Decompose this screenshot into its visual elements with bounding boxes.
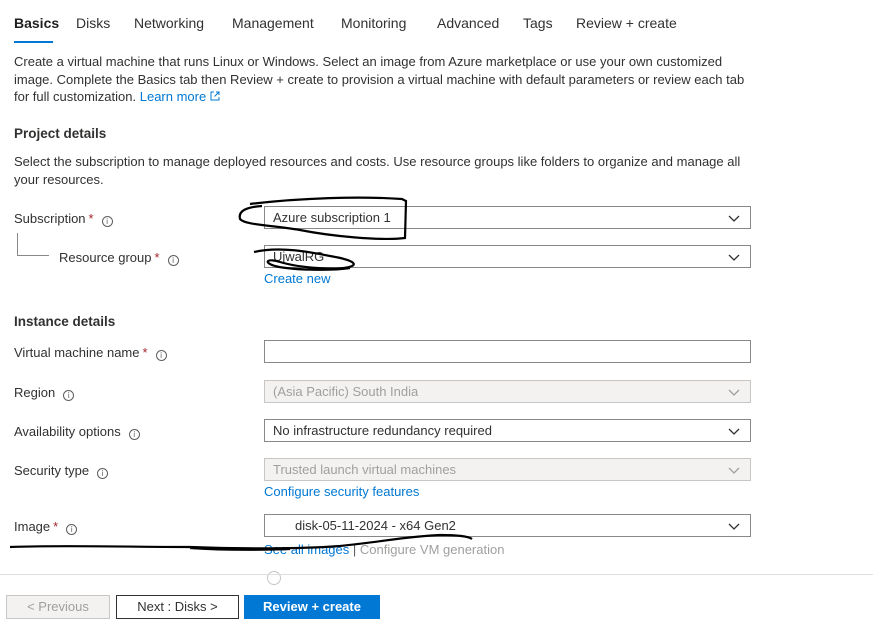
tab-disks[interactable]: Disks xyxy=(76,15,110,31)
tab-networking[interactable]: Networking xyxy=(134,15,204,31)
intro-text: Create a virtual machine that runs Linux… xyxy=(14,54,745,104)
availability-dropdown[interactable]: No infrastructure redundancy required xyxy=(264,419,751,442)
info-icon[interactable]: i xyxy=(101,216,113,227)
instance-details-heading: Instance details xyxy=(14,314,116,329)
chevron-down-icon xyxy=(728,389,740,396)
resource-group-label: Resource group * i xyxy=(59,250,179,266)
availability-label-text: Availability options xyxy=(14,424,121,439)
resource-group-label-text: Resource group xyxy=(59,250,152,265)
security-type-label-text: Security type xyxy=(14,463,90,478)
resource-group-value: UjwalRG xyxy=(273,249,325,264)
vm-name-input[interactable] xyxy=(264,340,751,363)
wizard-tabs: Basics Disks Networking Management Monit… xyxy=(0,0,873,44)
next-disks-button[interactable]: Next : Disks > xyxy=(116,595,239,619)
image-links: See all images | Configure VM generation xyxy=(264,542,504,557)
region-label: Region i xyxy=(14,385,75,401)
learn-more-link[interactable]: Learn more xyxy=(140,89,220,104)
tab-basics[interactable]: Basics xyxy=(14,15,59,31)
required-marker: * xyxy=(142,345,148,360)
tab-management[interactable]: Management xyxy=(232,15,314,31)
chevron-down-icon xyxy=(728,467,740,474)
image-dropdown[interactable]: disk-05-11-2024 - x64 Gen2 xyxy=(264,514,751,537)
security-type-label: Security type i xyxy=(14,463,109,479)
configure-security-link[interactable]: Configure security features xyxy=(264,484,419,499)
region-dropdown: (Asia Pacific) South India xyxy=(264,380,751,403)
subscription-label: Subscription * i xyxy=(14,211,113,227)
tab-monitoring[interactable]: Monitoring xyxy=(341,15,406,31)
footer-divider xyxy=(0,574,873,575)
link-separator: | xyxy=(352,542,357,557)
external-link-icon xyxy=(210,91,220,101)
learn-more-label: Learn more xyxy=(139,89,207,104)
vm-name-label-text: Virtual machine name xyxy=(14,345,140,360)
availability-value: No infrastructure redundancy required xyxy=(273,423,492,438)
chevron-down-icon xyxy=(728,254,740,261)
chevron-down-icon xyxy=(728,215,740,222)
tree-connector xyxy=(17,255,49,256)
intro-paragraph: Create a virtual machine that runs Linux… xyxy=(14,53,754,106)
required-marker: * xyxy=(53,519,59,534)
info-icon[interactable]: i xyxy=(167,255,179,266)
required-marker: * xyxy=(88,211,94,226)
image-label-text: Image xyxy=(14,519,51,534)
subscription-dropdown[interactable]: Azure subscription 1 xyxy=(264,206,751,229)
info-icon[interactable]: i xyxy=(128,429,140,440)
image-label: Image * i xyxy=(14,519,78,535)
tab-advanced[interactable]: Advanced xyxy=(437,15,499,31)
vm-name-label: Virtual machine name * i xyxy=(14,345,167,361)
region-value: (Asia Pacific) South India xyxy=(273,384,419,399)
security-type-value: Trusted launch virtual machines xyxy=(273,462,457,477)
project-details-desc: Select the subscription to manage deploy… xyxy=(14,154,741,187)
image-value: disk-05-11-2024 - x64 Gen2 xyxy=(295,518,456,533)
tree-connector xyxy=(17,233,18,255)
info-icon[interactable]: i xyxy=(63,390,75,401)
subscription-value: Azure subscription 1 xyxy=(273,210,391,225)
security-type-dropdown: Trusted launch virtual machines xyxy=(264,458,751,481)
resource-group-dropdown[interactable]: UjwalRG xyxy=(264,245,751,268)
info-icon[interactable]: i xyxy=(66,524,78,535)
availability-label: Availability options i xyxy=(14,424,140,440)
configure-vm-generation-link: Configure VM generation xyxy=(359,542,505,557)
create-new-link[interactable]: Create new xyxy=(264,271,330,286)
tab-tags[interactable]: Tags xyxy=(523,15,553,31)
previous-button: < Previous xyxy=(6,595,110,619)
tab-review-create[interactable]: Review + create xyxy=(576,15,677,31)
region-label-text: Region xyxy=(14,385,56,400)
required-marker: * xyxy=(154,250,160,265)
chevron-down-icon xyxy=(728,523,740,530)
info-icon[interactable]: i xyxy=(97,468,109,479)
active-tab-indicator xyxy=(14,41,53,43)
review-create-button[interactable]: Review + create xyxy=(244,595,380,619)
chevron-down-icon xyxy=(728,428,740,435)
project-details-heading: Project details xyxy=(14,126,107,141)
subscription-label-text: Subscription xyxy=(14,211,86,226)
see-all-images-link[interactable]: See all images xyxy=(264,542,349,557)
info-icon[interactable]: i xyxy=(155,350,167,361)
